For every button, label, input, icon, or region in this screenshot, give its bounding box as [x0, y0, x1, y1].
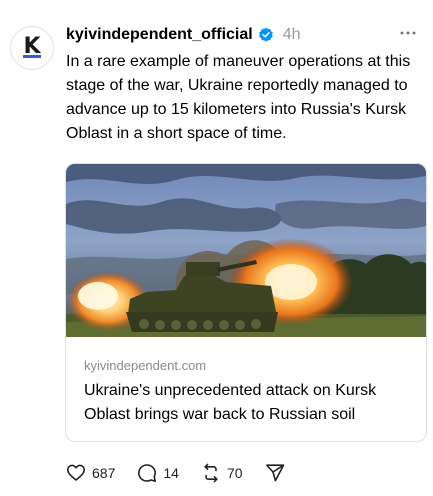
post-actions: 687 14 70	[66, 462, 307, 484]
share-icon	[265, 464, 284, 482]
verified-badge-icon	[258, 27, 274, 43]
post-header: kyivindependent_official 4h	[66, 24, 301, 46]
reply-button[interactable]: 14	[137, 463, 179, 483]
post-text: In a rare example of maneuver operations…	[66, 53, 411, 142]
repost-count: 70	[226, 465, 243, 481]
avatar[interactable]: K	[10, 26, 54, 70]
like-button[interactable]: 687	[66, 463, 115, 483]
avatar-logo-underline	[23, 55, 41, 58]
repost-button[interactable]: 70	[201, 463, 243, 483]
link-preview-image	[66, 164, 426, 337]
heart-icon	[67, 464, 85, 481]
link-preview-card[interactable]: kyivindependent.com Ukraine's unpreceden…	[65, 163, 427, 442]
username-link[interactable]: kyivindependent_official	[66, 26, 253, 44]
like-count: 687	[92, 465, 116, 481]
comment-icon	[138, 464, 157, 482]
share-button[interactable]	[265, 463, 285, 483]
repost-icon	[204, 463, 218, 483]
link-title: Ukraine's unprecedented attack on Kursk …	[84, 382, 377, 423]
post-timestamp[interactable]: 4h	[283, 26, 301, 44]
more-options-icon[interactable]	[397, 22, 419, 44]
link-domain: kyivindependent.com	[84, 358, 207, 373]
reply-count: 14	[163, 465, 179, 481]
